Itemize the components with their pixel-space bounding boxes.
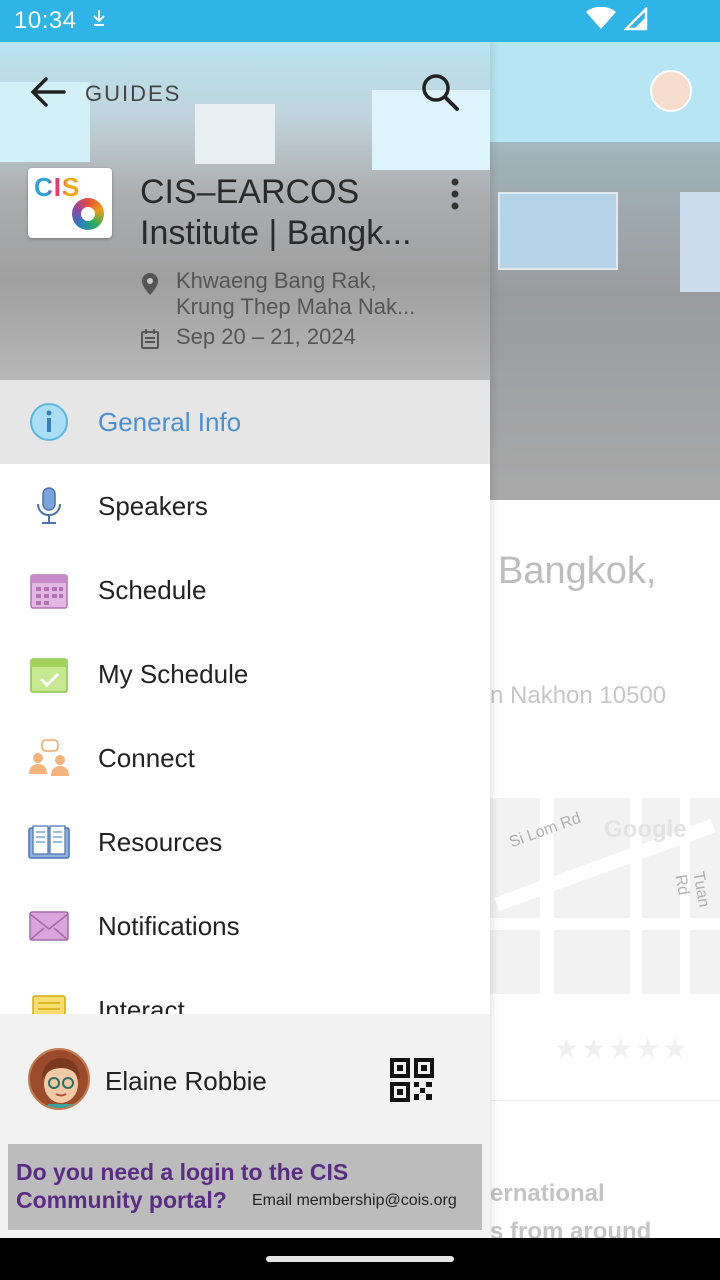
navigation-drawer: GUIDES CIS CIS–EARCOS Institute | Bangk.…: [0, 42, 490, 1238]
calendar-icon: [28, 570, 70, 610]
drawer-footer: Elaine Robbie Do you need a login to the…: [0, 1014, 490, 1238]
menu-item-notifications[interactable]: Notifications: [0, 884, 490, 968]
login-help-banner[interactable]: Do you need a login to the CIS Community…: [8, 1144, 482, 1230]
menu-label: Speakers: [98, 491, 208, 521]
open-book-icon: [28, 822, 70, 862]
home-gesture-handle[interactable]: [266, 1256, 454, 1262]
arrow-back-icon[interactable]: [26, 70, 70, 114]
user-name: Elaine Robbie: [105, 1066, 267, 1096]
menu-label: Interact: [98, 995, 185, 1014]
location-pin-icon: [140, 272, 162, 320]
location-line-1: Khwaeng Bang Rak,: [176, 268, 377, 293]
dates-text: Sep 20 – 21, 2024: [176, 324, 356, 349]
banner-line-2: Community portal?: [16, 1187, 227, 1213]
drawer-toolbar: GUIDES: [0, 42, 490, 142]
user-profile-row[interactable]: Elaine Robbie: [0, 1014, 490, 1142]
drawer-menu: General Info Speakers Schedule My Schedu…: [0, 380, 490, 1014]
app-screen: 10:34 Bangkok, n Nakhon 10500 Si Lom Rd …: [0, 0, 720, 1280]
menu-label: Notifications: [98, 911, 240, 941]
logo-ring-icon: [72, 198, 104, 230]
menu-item-interact[interactable]: Interact: [0, 968, 490, 1014]
download-arrow-icon: [91, 8, 107, 34]
menu-label: Schedule: [98, 575, 207, 605]
event-logo-text: CIS: [34, 172, 81, 202]
more-vertical-icon[interactable]: [440, 174, 470, 214]
menu-label: Resources: [98, 827, 223, 857]
menu-item-resources[interactable]: Resources: [0, 800, 490, 884]
banner-email[interactable]: Email membership@cois.org: [252, 1192, 457, 1210]
info-icon: [28, 402, 70, 442]
menu-label: My Schedule: [98, 659, 249, 689]
qr-code-icon[interactable]: [390, 1058, 434, 1102]
system-nav-bar: [0, 1238, 720, 1280]
status-bar: 10:34: [0, 0, 720, 42]
drawer-header: GUIDES CIS CIS–EARCOS Institute | Bangk.…: [0, 42, 490, 380]
menu-label: General Info: [98, 407, 242, 437]
people-chat-icon: [28, 738, 70, 778]
menu-label: Connect: [98, 743, 195, 773]
banner-line-1: Do you need a login to the CIS: [16, 1159, 349, 1185]
menu-item-connect[interactable]: Connect: [0, 716, 490, 800]
event-logo: CIS: [28, 168, 112, 238]
wifi-icon: [586, 6, 616, 38]
guides-link[interactable]: GUIDES: [85, 81, 181, 107]
avatar[interactable]: [28, 1048, 90, 1110]
calendar-small-icon: [140, 328, 162, 355]
menu-item-general-info[interactable]: General Info: [0, 380, 490, 464]
cell-signal-icon: [622, 5, 648, 38]
note-icon: [28, 990, 70, 1014]
search-icon[interactable]: [418, 70, 462, 114]
microphone-icon: [28, 486, 70, 526]
envelope-icon: [28, 906, 70, 946]
menu-item-schedule[interactable]: Schedule: [0, 548, 490, 632]
menu-item-my-schedule[interactable]: My Schedule: [0, 632, 490, 716]
location-line-2: Krung Thep Maha Nak...: [176, 294, 416, 319]
event-dates: Sep 20 – 21, 2024: [140, 324, 420, 355]
status-time: 10:34: [14, 7, 77, 34]
calendar-check-icon: [28, 654, 70, 694]
menu-item-speakers[interactable]: Speakers: [0, 464, 490, 548]
event-location: Khwaeng Bang Rak, Krung Thep Maha Nak...: [140, 268, 420, 320]
event-title: CIS–EARCOS Institute | Bangk...: [140, 172, 430, 254]
event-title-line-2: Institute | Bangk...: [140, 214, 412, 252]
event-title-line-1: CIS–EARCOS: [140, 173, 360, 211]
